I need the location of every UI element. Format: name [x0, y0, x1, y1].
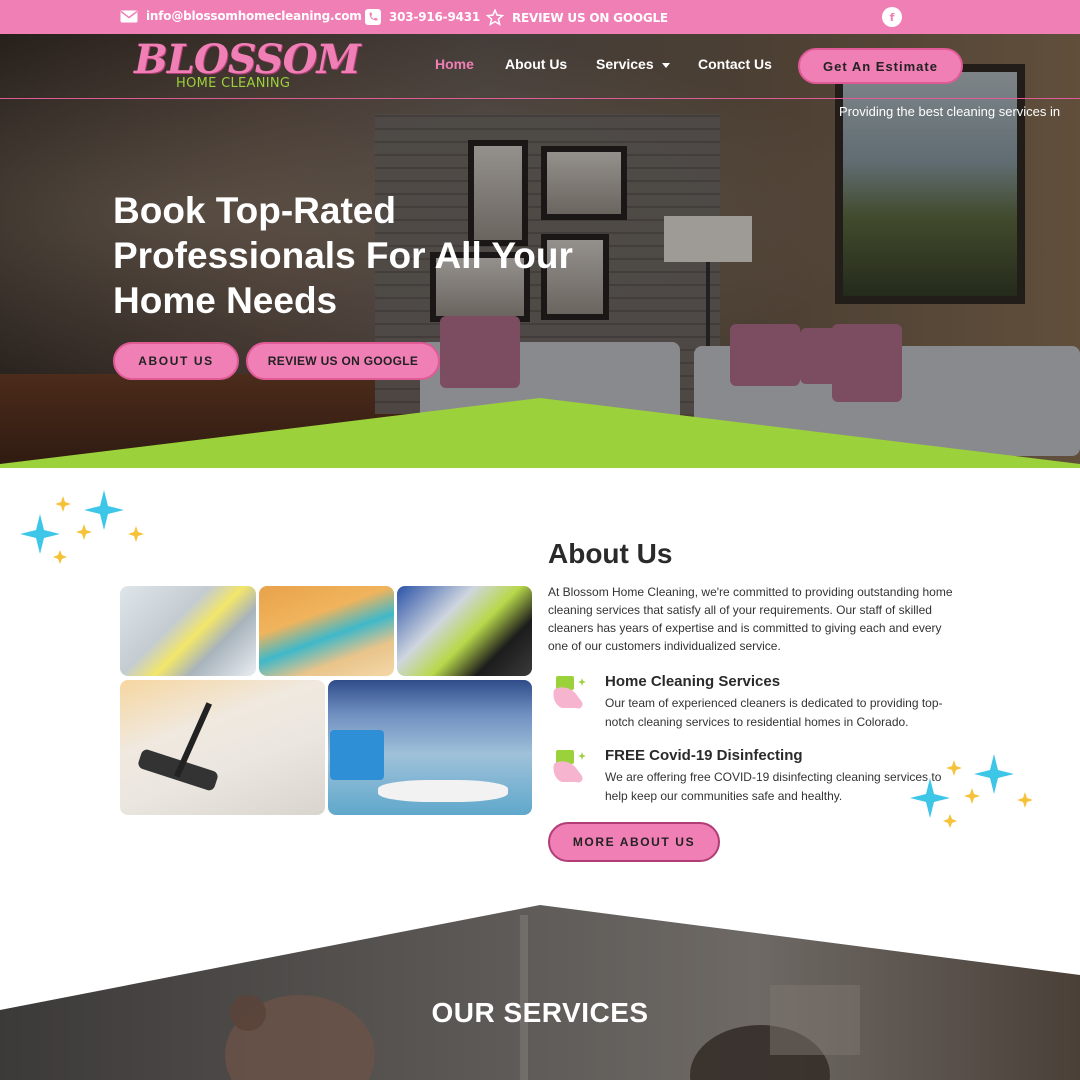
phone-icon — [365, 9, 381, 25]
feature-title: Home Cleaning Services — [605, 673, 781, 690]
nav-about[interactable]: About Us — [505, 56, 567, 72]
review-link[interactable]: REVIEW US ON GOOGLE — [486, 9, 668, 26]
nav-services-label: Services — [596, 56, 654, 72]
review-text: REVIEW US ON GOOGLE — [512, 10, 668, 25]
hero-section: BLOSSOM HOME CLEANING Home About Us Serv… — [0, 34, 1080, 468]
more-about-us-button[interactable]: MORE ABOUT US — [548, 822, 720, 862]
email-link[interactable]: info@blossomhomecleaning.com — [120, 9, 362, 23]
photo-cleaning-table — [120, 586, 256, 676]
facebook-icon[interactable]: f — [882, 7, 902, 27]
site-logo[interactable]: BLOSSOM HOME CLEANING — [134, 38, 361, 92]
hero-headline: Book Top-Rated Professionals For All You… — [113, 188, 613, 323]
cleaning-glove-icon — [553, 676, 586, 709]
about-text: At Blossom Home Cleaning, we're committe… — [548, 585, 953, 653]
cleaning-glove-icon — [553, 750, 586, 783]
sparkle-icon — [20, 490, 144, 564]
envelope-icon — [120, 10, 138, 22]
nav-home[interactable]: Home — [435, 56, 474, 72]
hero-headline-line: Home Needs — [113, 280, 338, 321]
about-title: About Us — [548, 538, 673, 569]
hero-headline-line: Professionals For All Your — [113, 235, 573, 276]
feature-text: Our team of experienced cleaners is dedi… — [605, 696, 943, 729]
mop-bucket — [330, 730, 384, 780]
services-section: OUR SERVICES — [0, 905, 1080, 1080]
get-estimate-button[interactable]: Get An Estimate — [798, 48, 963, 84]
photo-vacuum-carpet — [120, 680, 325, 815]
nav-services[interactable]: Services — [596, 56, 670, 72]
top-contact-bar: info@blossomhomecleaning.com 303-916-943… — [0, 0, 1080, 34]
header-tagline: Providing the best cleaning services in — [839, 104, 1061, 119]
nav-divider — [0, 98, 1080, 99]
about-us-button[interactable]: ABOUT US — [113, 342, 239, 380]
services-title: OUR SERVICES — [431, 997, 649, 1028]
chevron-down-icon — [661, 62, 670, 68]
nav-contact[interactable]: Contact Us — [698, 56, 772, 72]
star-icon — [486, 9, 504, 26]
hero-headline-line: Book Top-Rated — [113, 190, 396, 231]
services-background — [0, 905, 1080, 1080]
feature-title: FREE Covid-19 Disinfecting — [605, 747, 803, 764]
photo-mop-floor — [328, 680, 532, 815]
photo-cleaning-counter — [259, 586, 394, 676]
mop-head — [378, 780, 508, 802]
phone-link[interactable]: 303-916-9431 — [365, 9, 480, 25]
photo-cleaning-stove — [397, 586, 532, 676]
review-google-button[interactable]: REVIEW US ON GOOGLE — [246, 342, 440, 380]
phone-text: 303-916-9431 — [389, 10, 481, 24]
email-text: info@blossomhomecleaning.com — [146, 9, 362, 23]
sparkle-icon — [910, 754, 1033, 828]
